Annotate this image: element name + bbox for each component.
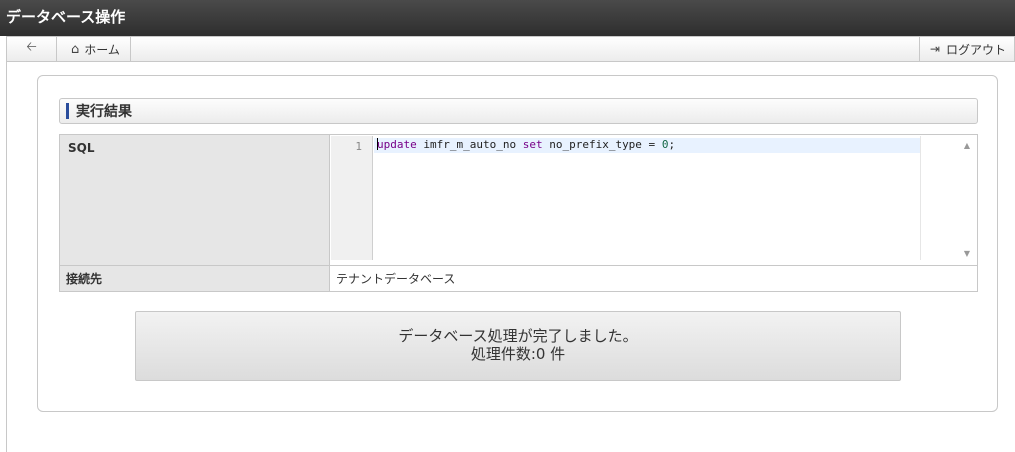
connection-value: テナントデータベース	[329, 265, 978, 292]
code-line[interactable]: update imfr_m_auto_no set no_prefix_type…	[374, 138, 920, 153]
code-keyword-update: update	[377, 138, 417, 151]
completion-message: データベース処理が完了しました。 処理件数:0 件	[135, 311, 901, 381]
sql-cell: 1 update imfr_m_auto_no set no_prefix_ty…	[329, 134, 978, 266]
table-row: SQL 1 update imfr_m_auto_no set no_prefi…	[59, 134, 978, 266]
navigation-bar: 🡠 ⌂ ホーム ⇥ ログアウト	[6, 36, 1015, 62]
section-accent-bar	[66, 103, 69, 119]
logout-button[interactable]: ⇥ ログアウト	[918, 37, 1014, 61]
message-line-2: 処理件数:0 件	[470, 345, 566, 363]
code-text-column: no_prefix_type =	[542, 138, 662, 151]
line-number: 1	[355, 140, 362, 153]
table-row: 接続先 テナントデータベース	[59, 265, 978, 292]
back-button[interactable]: 🡠	[7, 37, 57, 61]
scroll-up-icon[interactable]: ▲	[964, 141, 970, 150]
message-line-1: データベース処理が完了しました。	[398, 327, 638, 345]
section-header: 実行結果	[59, 98, 978, 124]
sql-label: SQL	[59, 134, 330, 266]
page-title-bar: データベース操作	[0, 0, 1015, 36]
home-link[interactable]: ⌂ ホーム	[57, 37, 131, 61]
section-title: 実行結果	[76, 104, 132, 120]
logout-icon: ⇥	[929, 42, 940, 56]
result-table: SQL 1 update imfr_m_auto_no set no_prefi…	[59, 134, 978, 292]
connection-label: 接続先	[59, 265, 330, 292]
result-panel: 実行結果 SQL 1 update imfr_m_auto_no set no_…	[37, 75, 998, 412]
line-gutter: 1	[331, 136, 373, 260]
arrow-left-icon: 🡠	[26, 40, 37, 55]
code-keyword-set: set	[522, 138, 543, 151]
left-divider	[6, 62, 7, 452]
home-label: ホーム	[84, 42, 120, 57]
home-icon: ⌂	[71, 41, 80, 57]
editor-scrollbar[interactable]: ▲ ▼	[920, 136, 976, 260]
scroll-down-icon[interactable]: ▼	[964, 249, 970, 258]
sql-editor[interactable]: 1 update imfr_m_auto_no set no_prefix_ty…	[331, 136, 976, 264]
page-title: データベース操作	[6, 8, 126, 26]
code-text-table: imfr_m_auto_no	[416, 138, 523, 151]
code-semicolon: ;	[668, 138, 676, 151]
logout-label: ログアウト	[945, 42, 1006, 57]
